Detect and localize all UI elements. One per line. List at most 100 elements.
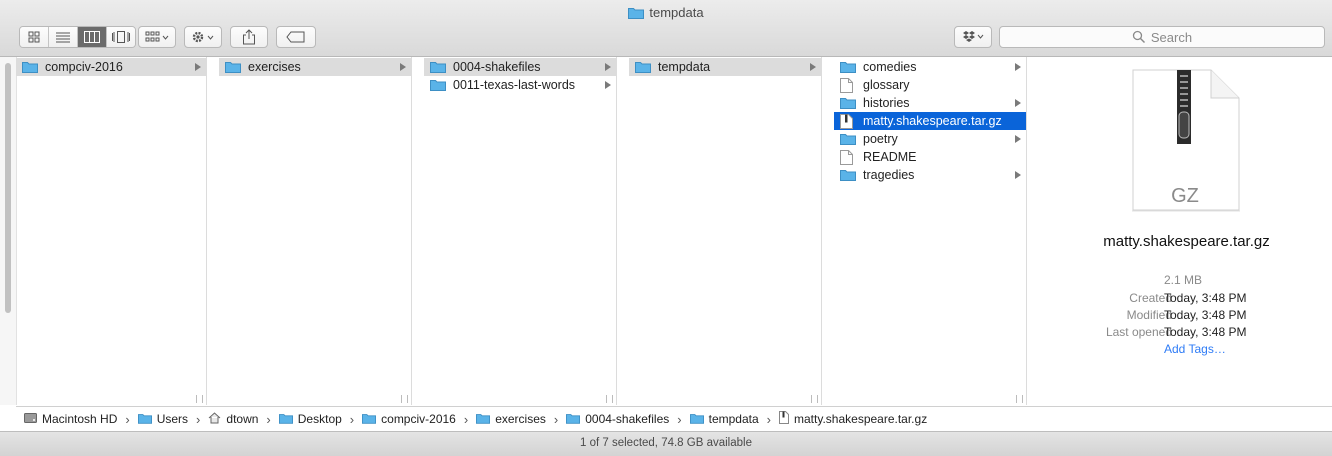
column-4: tempdata (629, 57, 822, 405)
item-label: 0011-texas-last-words (453, 78, 576, 92)
file-item[interactable]: README (834, 148, 1026, 166)
dropbox-icon (963, 31, 984, 42)
breadcrumb-item[interactable]: compciv-2016 (362, 412, 456, 427)
breadcrumb-item[interactable]: tempdata (689, 412, 759, 427)
add-tags-link[interactable]: Add Tags… (1164, 342, 1226, 356)
toolbar: tempdata Search (0, 0, 1332, 57)
created-value: Today, 3:48 PM (1164, 291, 1247, 305)
share-button[interactable] (230, 26, 268, 48)
column-resize-handle[interactable] (1016, 395, 1023, 403)
list-view-button[interactable] (49, 27, 78, 47)
file-type-badge: GZ (1171, 185, 1199, 207)
disclosure-arrow-icon (1015, 135, 1021, 143)
folder-icon (476, 412, 491, 427)
columns-icon (84, 31, 100, 43)
breadcrumb-item[interactable]: matty.shakespeare.tar.gz (779, 411, 927, 427)
icon-view-button[interactable] (20, 27, 49, 47)
column-view-button[interactable] (78, 27, 107, 47)
folder-icon (840, 96, 856, 110)
folder-icon (689, 412, 704, 427)
breadcrumb-label: tempdata (708, 412, 759, 426)
search-placeholder: Search (1150, 29, 1193, 45)
folder-icon (137, 412, 152, 427)
breadcrumb-label: Desktop (297, 412, 342, 426)
column-resize-handle[interactable] (606, 395, 613, 403)
chevron-right-icon: › (196, 411, 201, 427)
folder-item[interactable]: tempdata (629, 58, 821, 76)
folder-item[interactable]: comedies (834, 58, 1026, 76)
breadcrumb-item[interactable]: dtown (208, 411, 259, 427)
item-label: tempdata (658, 60, 711, 74)
dropbox-button[interactable] (954, 26, 992, 48)
item-label: poetry (863, 132, 898, 146)
last-opened-row: Last opened Today, 3:48 PM (1041, 325, 1332, 342)
finder-window: tempdata Search compciv-2016 exercises 0… (0, 0, 1332, 456)
breadcrumb-label: dtown (226, 412, 259, 426)
file-icon (840, 150, 856, 165)
chevron-right-icon: › (266, 411, 271, 427)
cover-flow-view-button[interactable] (107, 27, 135, 47)
disclosure-arrow-icon (1015, 63, 1021, 71)
disclosure-arrow-icon (1015, 99, 1021, 107)
search-input[interactable]: Search (999, 26, 1325, 48)
breadcrumb-item[interactable]: Users (137, 412, 189, 427)
column-browser: compciv-2016 exercises 0004-shakefiles 0011… (0, 57, 1332, 405)
column-resize-handle[interactable] (401, 395, 408, 403)
arrange-icon (145, 31, 169, 42)
tags-button[interactable] (276, 26, 316, 48)
breadcrumb-label: Users (156, 412, 189, 426)
disclosure-arrow-icon (605, 63, 611, 71)
breadcrumb-label: matty.shakespeare.tar.gz (794, 412, 928, 426)
folder-item[interactable]: 0011-texas-last-words (424, 76, 616, 94)
folder-icon (430, 60, 446, 74)
gear-icon (192, 31, 214, 43)
action-button[interactable] (184, 26, 222, 48)
folder-icon (278, 412, 293, 427)
status-text: 1 of 7 selected, 74.8 GB available (580, 437, 752, 449)
item-label: exercises (248, 60, 301, 74)
add-tags-row: Add Tags… (1041, 342, 1332, 359)
breadcrumb-label: compciv-2016 (381, 412, 456, 426)
chevron-right-icon: › (463, 411, 469, 427)
folder-icon (840, 132, 856, 146)
item-label: glossary (863, 78, 910, 92)
breadcrumb-item[interactable]: Desktop (278, 412, 342, 427)
arrange-button[interactable] (138, 26, 176, 48)
column-1: compciv-2016 (16, 57, 207, 405)
folder-item[interactable]: compciv-2016 (16, 58, 206, 76)
view-mode-selector (19, 26, 136, 48)
disclosure-arrow-icon (605, 81, 611, 89)
search-icon (1132, 30, 1145, 44)
preview-pane: GZ matty.shakespeare.tar.gz 2.1 MB Creat… (1041, 57, 1332, 405)
item-label: comedies (863, 60, 917, 74)
folder-item[interactable]: 0004-shakefiles (424, 58, 616, 76)
folder-icon (628, 6, 645, 22)
file-item[interactable]: matty.shakespeare.tar.gz (834, 112, 1026, 130)
folder-item[interactable]: poetry (834, 130, 1026, 148)
last-opened-label: Last opened (1105, 325, 1172, 339)
size-row: 2.1 MB (1041, 273, 1332, 290)
preview-file-name: matty.shakespeare.tar.gz (1103, 233, 1270, 250)
folder-item[interactable]: exercises (219, 58, 411, 76)
column-resize-handle[interactable] (811, 395, 818, 403)
folder-item[interactable]: histories (834, 94, 1026, 112)
item-label: README (863, 150, 917, 164)
window-title: tempdata (0, 5, 1332, 22)
folder-item[interactable]: tragedies (834, 166, 1026, 184)
file-icon (840, 78, 856, 93)
file-item[interactable]: glossary (834, 76, 1026, 94)
folder-icon (566, 412, 581, 427)
folder-icon (635, 60, 651, 74)
item-label: compciv-2016 (45, 60, 123, 74)
disclosure-arrow-icon (400, 63, 406, 71)
breadcrumb-item[interactable]: Macintosh HD (24, 411, 117, 427)
folder-icon (840, 60, 856, 74)
column-resize-handle[interactable] (196, 395, 203, 403)
breadcrumb-item[interactable]: exercises (476, 412, 546, 427)
breadcrumb-item[interactable]: 0004-shakefiles (566, 412, 669, 427)
item-label: matty.shakespeare.tar.gz (863, 114, 1002, 128)
last-opened-value: Today, 3:48 PM (1164, 325, 1247, 339)
scrollbar[interactable] (5, 63, 11, 313)
item-label: tragedies (863, 168, 915, 182)
chevron-right-icon: › (766, 411, 772, 427)
